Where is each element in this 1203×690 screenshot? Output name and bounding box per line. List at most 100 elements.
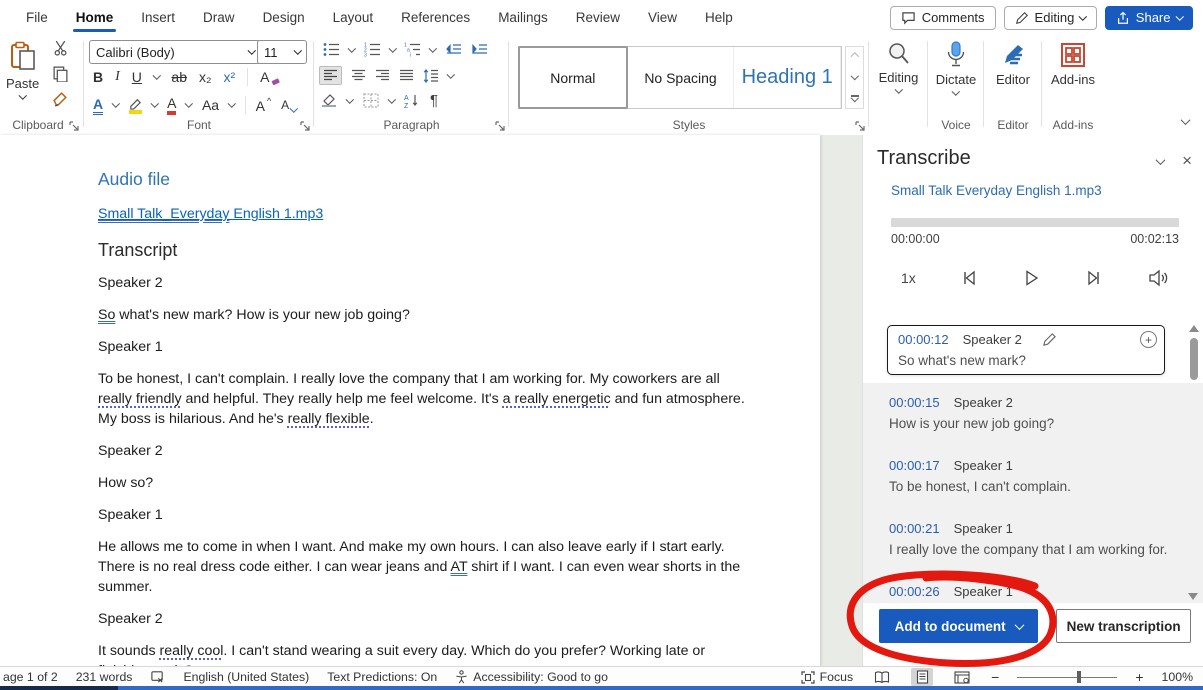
borders-button[interactable] [363, 93, 379, 108]
pilcrow-button[interactable]: ¶ [430, 92, 438, 109]
justify-button[interactable] [399, 69, 414, 82]
font-dialog-launcher-icon[interactable] [300, 121, 310, 131]
entry-timestamp[interactable]: 00:00:17 [889, 458, 940, 473]
pane-close-icon[interactable]: × [1182, 151, 1192, 171]
transcript-entry[interactable]: +00:00:12Speaker 2So what's new mark? [887, 325, 1165, 375]
chevron-down-icon[interactable] [150, 100, 158, 108]
menu-tab-help[interactable]: Help [693, 2, 745, 33]
styles-more[interactable] [846, 88, 863, 108]
zoom-slider-thumb[interactable] [1077, 671, 1081, 683]
proofing-status-icon[interactable] [150, 670, 165, 684]
style-heading-1[interactable]: Heading 1 [734, 47, 841, 108]
chevron-down-icon[interactable] [153, 72, 161, 80]
change-case-button[interactable]: Aa [202, 97, 219, 113]
editing-mode-button[interactable]: Editing [1004, 6, 1097, 30]
editor-button[interactable]: Editor [985, 35, 1041, 87]
new-transcription-button[interactable]: New transcription [1056, 609, 1191, 643]
chevron-down-icon[interactable] [388, 44, 396, 52]
dictate-button[interactable]: Dictate [929, 35, 983, 96]
shrink-font-button[interactable]: A [281, 98, 297, 112]
chevron-down-icon[interactable] [185, 100, 193, 108]
web-layout-button[interactable] [951, 668, 973, 686]
decrease-indent-icon[interactable] [445, 43, 462, 57]
zoom-slider[interactable] [1017, 670, 1117, 684]
text-effects-button[interactable]: A [93, 96, 103, 115]
grow-font-button[interactable]: A^ [256, 96, 272, 114]
comments-button[interactable]: Comments [890, 6, 996, 30]
menu-tab-design[interactable]: Design [251, 2, 317, 33]
audio-progress-bar[interactable] [891, 218, 1179, 227]
playback-speed-button[interactable]: 1x [901, 270, 916, 286]
read-mode-button[interactable] [871, 668, 893, 686]
focus-button[interactable]: Focus [801, 670, 854, 684]
menu-tab-references[interactable]: References [389, 2, 482, 33]
language-indicator[interactable]: English (United States) [183, 670, 309, 684]
align-center-button[interactable] [351, 69, 366, 82]
audio-file-link[interactable]: Small Talk_Everyday English 1.mp3 [98, 204, 778, 224]
scroll-down-icon[interactable] [1188, 593, 1198, 600]
pane-collapse-icon[interactable] [1156, 155, 1166, 165]
paragraph-dialog-launcher-icon[interactable] [495, 121, 505, 131]
clear-formatting-button[interactable]: A [260, 69, 280, 85]
menu-tab-insert[interactable]: Insert [129, 2, 187, 33]
word-count[interactable]: 231 words [76, 670, 133, 684]
multilevel-list-icon[interactable]: 1ai [404, 42, 421, 57]
play-icon[interactable] [1021, 268, 1041, 288]
italic-button[interactable]: I [115, 69, 120, 85]
menu-tab-mailings[interactable]: Mailings [486, 2, 560, 33]
entry-timestamp[interactable]: 00:00:21 [889, 521, 940, 536]
font-size-select[interactable]: 11 [257, 40, 307, 64]
zoom-out-button[interactable]: − [991, 669, 999, 685]
clipboard-dialog-launcher-icon[interactable] [69, 121, 79, 131]
bold-button[interactable]: B [93, 69, 103, 85]
font-name-select[interactable]: Calibri (Body) [89, 40, 261, 64]
highlight-button[interactable] [129, 97, 142, 114]
entry-timestamp[interactable]: 00:00:26 [889, 584, 940, 599]
styles-scroll-up[interactable] [846, 47, 863, 67]
pane-scrollbar[interactable] [1187, 325, 1200, 600]
numbered-list-icon[interactable]: 123 [364, 42, 381, 57]
menu-tab-view[interactable]: View [636, 2, 689, 33]
entry-timestamp[interactable]: 00:00:12 [898, 332, 949, 347]
style-normal[interactable]: Normal [518, 46, 628, 109]
zoom-level[interactable]: 100% [1162, 670, 1193, 684]
style-no-spacing[interactable]: No Spacing [628, 47, 735, 108]
chevron-down-icon[interactable] [228, 100, 236, 108]
collapse-ribbon-icon[interactable] [1181, 115, 1191, 125]
addins-button[interactable]: Add-ins [1043, 35, 1103, 87]
chevron-down-icon[interactable] [447, 70, 455, 78]
increase-indent-icon[interactable] [471, 43, 488, 57]
page-indicator[interactable]: age 1 of 2 [3, 670, 58, 684]
menu-tab-layout[interactable]: Layout [321, 2, 386, 33]
skip-back-icon[interactable] [959, 268, 979, 288]
chevron-down-icon[interactable] [429, 44, 437, 52]
cut-icon[interactable] [52, 39, 69, 56]
transcript-entry[interactable]: 00:00:26Speaker 1 [889, 584, 1169, 599]
shading-button[interactable] [321, 93, 337, 108]
share-button[interactable]: Share [1105, 6, 1193, 30]
font-color-button[interactable]: A [167, 95, 176, 115]
add-to-document-button[interactable]: Add to document [879, 609, 1038, 643]
volume-icon[interactable] [1147, 268, 1169, 288]
chevron-down-icon[interactable] [387, 95, 395, 103]
menu-tab-review[interactable]: Review [564, 2, 632, 33]
paste-button[interactable]: Paste [6, 35, 39, 100]
format-painter-icon[interactable] [52, 91, 69, 108]
menu-tab-draw[interactable]: Draw [191, 2, 247, 33]
text-predictions-indicator[interactable]: Text Predictions: On [327, 670, 437, 684]
strikethrough-button[interactable]: ab [171, 69, 187, 85]
copy-icon[interactable] [52, 65, 69, 82]
editing-button[interactable]: Editing [870, 35, 927, 94]
transcript-entry[interactable]: 00:00:21Speaker 1I really love the compa… [889, 521, 1169, 557]
sort-button[interactable]: AZ [404, 93, 420, 108]
scrollbar-thumb[interactable] [1190, 338, 1198, 380]
styles-dialog-launcher-icon[interactable] [855, 121, 865, 131]
subscript-button[interactable]: x₂ [199, 69, 211, 85]
menu-tab-home[interactable]: Home [64, 2, 126, 33]
skip-forward-icon[interactable] [1084, 268, 1104, 288]
underline-button[interactable]: U [132, 69, 142, 85]
styles-scroll-down[interactable] [846, 67, 863, 87]
transcript-entry[interactable]: 00:00:17Speaker 1To be honest, I can't c… [889, 458, 1169, 494]
superscript-button[interactable]: x² [223, 69, 235, 85]
line-spacing-button[interactable] [423, 69, 439, 83]
